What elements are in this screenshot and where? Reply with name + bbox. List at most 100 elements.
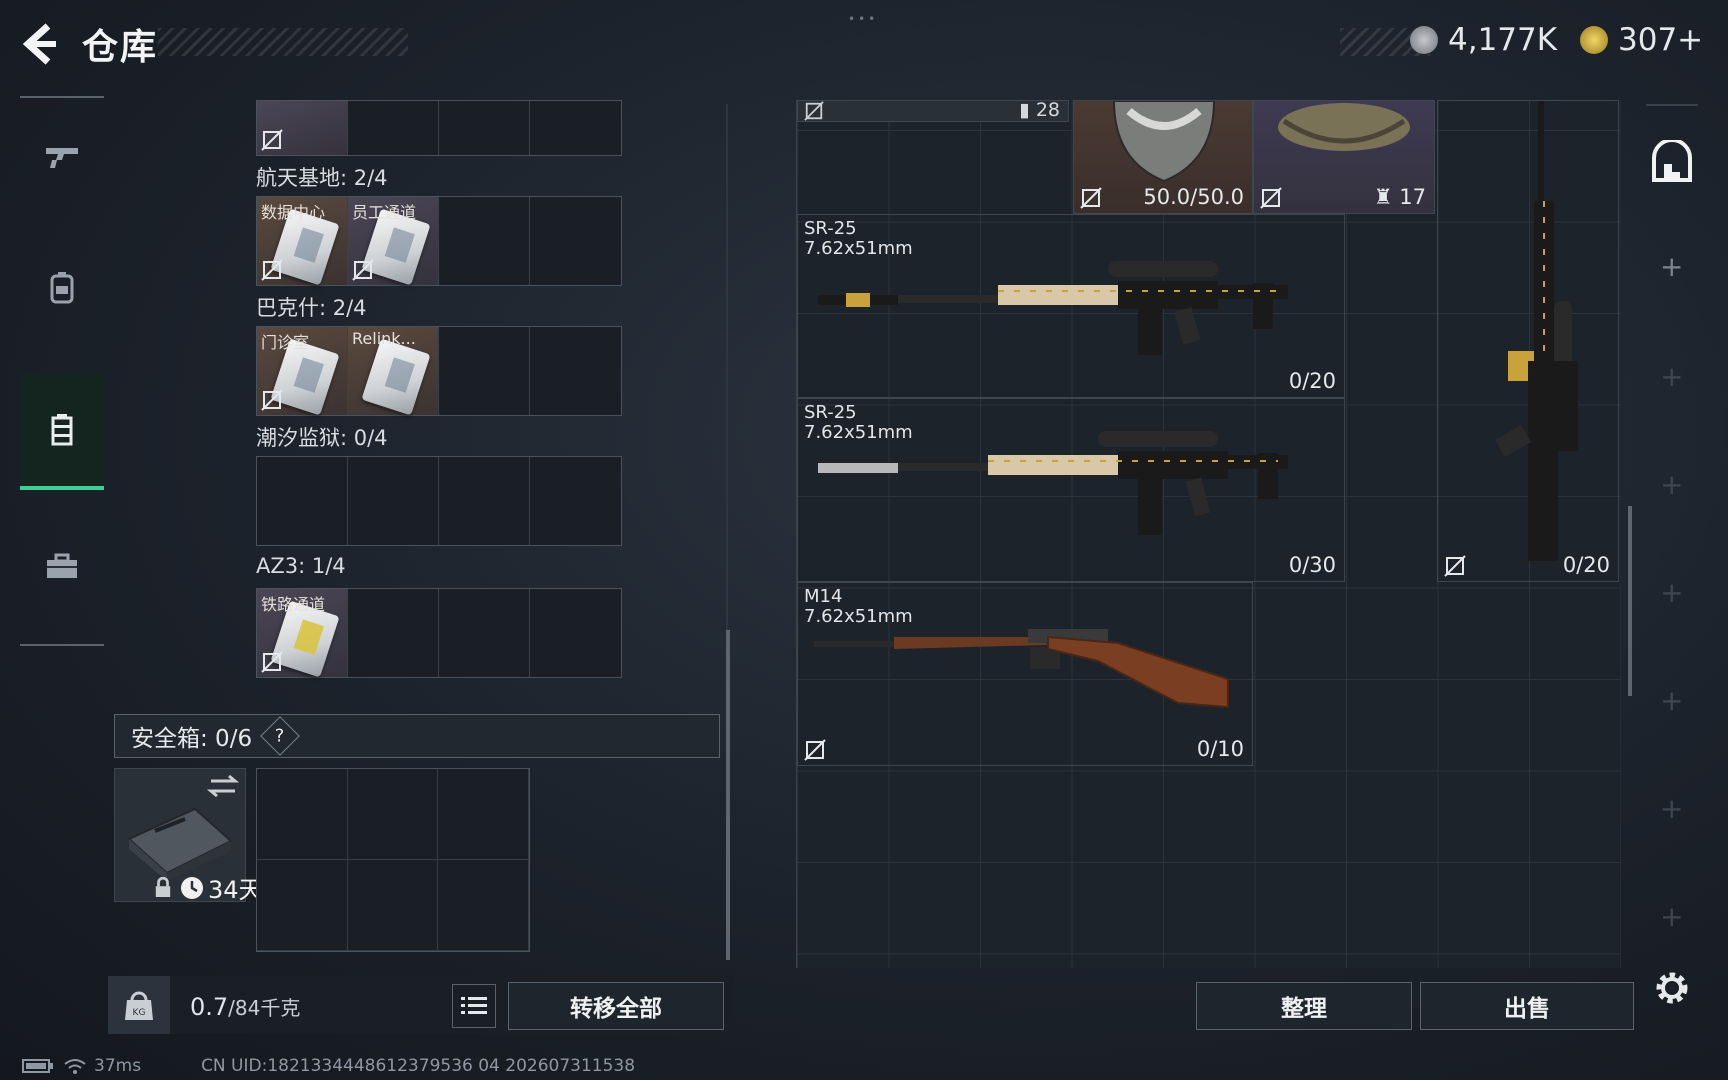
keycard-name: 门诊室 <box>261 333 310 352</box>
sell-button[interactable]: 出售 <box>1420 982 1634 1030</box>
list-view-button[interactable] <box>452 984 496 1028</box>
stash-item-rifle-vertical[interactable]: 0/20 <box>1437 100 1619 582</box>
keycard-row-partial <box>256 100 622 156</box>
keycard-name: 员工通道 <box>352 203 417 222</box>
ping-readout: 37ms <box>94 1056 142 1076</box>
keycard-row: 铁路通道 <box>256 588 622 678</box>
warehouse-icon <box>1652 140 1692 182</box>
keycard-slot[interactable]: Relink... <box>348 327 439 416</box>
stash-grid: ▮ 28 50.0/50.0 ♜ 17 SR-25 7.62x51mm 0/20… <box>796 99 1621 968</box>
storage-tab-button[interactable] <box>1646 136 1698 188</box>
empty-slot[interactable] <box>530 327 621 415</box>
uid-readout: CN UID:1821334448612379536 04 2026073115… <box>201 1056 636 1076</box>
empty-slot[interactable] <box>439 197 530 285</box>
empty-slot[interactable] <box>439 589 530 677</box>
empty-slot[interactable] <box>257 769 348 860</box>
ammo-capacity: 0/20 <box>1288 369 1336 393</box>
drag-handle-icon: ••• <box>848 12 879 26</box>
empty-slot[interactable] <box>530 197 621 285</box>
gold-coin-icon <box>1580 26 1608 54</box>
keycard-group-label: 潮汐监狱: 0/4 <box>256 426 388 450</box>
stash-item-rifle[interactable]: SR-25 7.62x51mm 0/20 <box>797 214 1345 398</box>
pouch-count: ♜ 17 <box>1373 185 1426 209</box>
expiry-days: 34天 <box>208 876 263 904</box>
back-button[interactable] <box>18 18 62 70</box>
keycard-row <box>256 456 622 546</box>
weapon-name: SR-25 7.62x51mm <box>804 218 913 259</box>
list-icon <box>461 997 487 1014</box>
nav-tools[interactable] <box>20 508 104 624</box>
weight-current: 0.7 <box>190 993 229 1021</box>
briefcase-icon <box>47 553 77 578</box>
safebox-header: 安全箱: 0/6 ? <box>114 714 720 758</box>
empty-slot[interactable] <box>257 860 348 951</box>
empty-slot[interactable] <box>348 589 439 677</box>
stash-item-helmet[interactable]: 50.0/50.0 <box>1073 100 1253 214</box>
empty-slot[interactable] <box>438 860 529 951</box>
empty-slot[interactable] <box>530 101 621 155</box>
keycard-slot[interactable] <box>257 101 348 155</box>
keycard-row: 数据中心 员工通道 <box>256 196 622 286</box>
keycard-name: 铁路通道 <box>261 595 326 614</box>
settings-button[interactable] <box>1650 966 1694 1010</box>
keycard-slot[interactable]: 门诊室 <box>257 327 348 416</box>
keycard-slot[interactable]: 数据中心 <box>257 197 348 286</box>
keycard-icon <box>361 338 431 416</box>
empty-slot[interactable] <box>530 457 621 545</box>
stash-scrollbar[interactable] <box>1628 506 1632 696</box>
locked-tab-icon: + <box>1660 468 1684 501</box>
swap-icon <box>206 774 240 798</box>
safebox-expiry: 34天 <box>154 870 263 905</box>
weapon-name: SR-25 7.62x51mm <box>804 402 913 443</box>
no-sell-icon <box>804 101 824 121</box>
svg-text:KG: KG <box>133 1008 146 1018</box>
empty-slot[interactable] <box>439 101 530 155</box>
empty-slot[interactable] <box>257 457 348 545</box>
wifi-icon <box>64 1059 86 1074</box>
empty-slot[interactable] <box>347 769 439 860</box>
weapon-icon <box>46 148 78 168</box>
empty-slot[interactable] <box>438 769 529 860</box>
stash-item-count: 28 <box>1035 99 1060 121</box>
empty-slot[interactable] <box>347 860 439 951</box>
empty-slot[interactable] <box>439 327 530 415</box>
transfer-all-button[interactable]: 转移全部 <box>508 982 724 1030</box>
nav-weapons[interactable] <box>20 98 104 214</box>
safebox-label: 安全箱: 0/6 <box>131 726 253 752</box>
empty-slot[interactable] <box>530 589 621 677</box>
container-icon <box>51 414 73 446</box>
add-tab-button[interactable]: + <box>1660 250 1683 283</box>
title-decoration <box>158 28 408 56</box>
silver-coin-icon <box>1410 26 1438 54</box>
stash-item-rifle[interactable]: SR-25 7.62x51mm 0/30 <box>797 398 1345 582</box>
locked-tab-icon: + <box>1660 360 1684 393</box>
stash-item[interactable]: ▮ 28 <box>797 99 1069 122</box>
weight-max: /84千克 <box>228 996 301 1020</box>
backpack-icon <box>50 272 74 304</box>
nav-containers[interactable] <box>20 374 104 490</box>
stash-item-pouch[interactable]: ♜ 17 <box>1253 100 1435 214</box>
no-sell-icon <box>261 129 283 151</box>
empty-slot[interactable] <box>348 457 439 545</box>
lock-icon <box>155 876 171 897</box>
keycard-slot[interactable]: 铁路通道 <box>257 589 348 678</box>
silver-currency[interactable]: 4,177K <box>1410 22 1557 58</box>
locked-tab-icon: + <box>1660 576 1684 609</box>
gold-currency[interactable]: 307+ <box>1580 22 1703 58</box>
weight-lock-button[interactable]: KG <box>108 976 170 1034</box>
left-scrollbar[interactable] <box>726 630 730 960</box>
stash-item-m14[interactable]: M14 7.62x51mm 0/10 <box>797 582 1253 766</box>
empty-slot[interactable] <box>348 101 439 155</box>
stash-item-count: 17 <box>1399 185 1426 209</box>
no-sell-icon <box>1260 187 1282 209</box>
ammo-capacity: 0/10 <box>1196 737 1244 761</box>
keycard-slot[interactable]: 员工通道 <box>348 197 439 286</box>
sort-button[interactable]: 整理 <box>1196 982 1412 1030</box>
nav-gear[interactable] <box>20 230 104 346</box>
gear-icon <box>1656 972 1688 1004</box>
help-button[interactable]: ? <box>260 716 300 756</box>
no-sell-icon <box>261 389 283 411</box>
keycard-row: 门诊室 Relink... <box>256 326 622 416</box>
locked-tab-icon: + <box>1660 684 1684 717</box>
empty-slot[interactable] <box>439 457 530 545</box>
